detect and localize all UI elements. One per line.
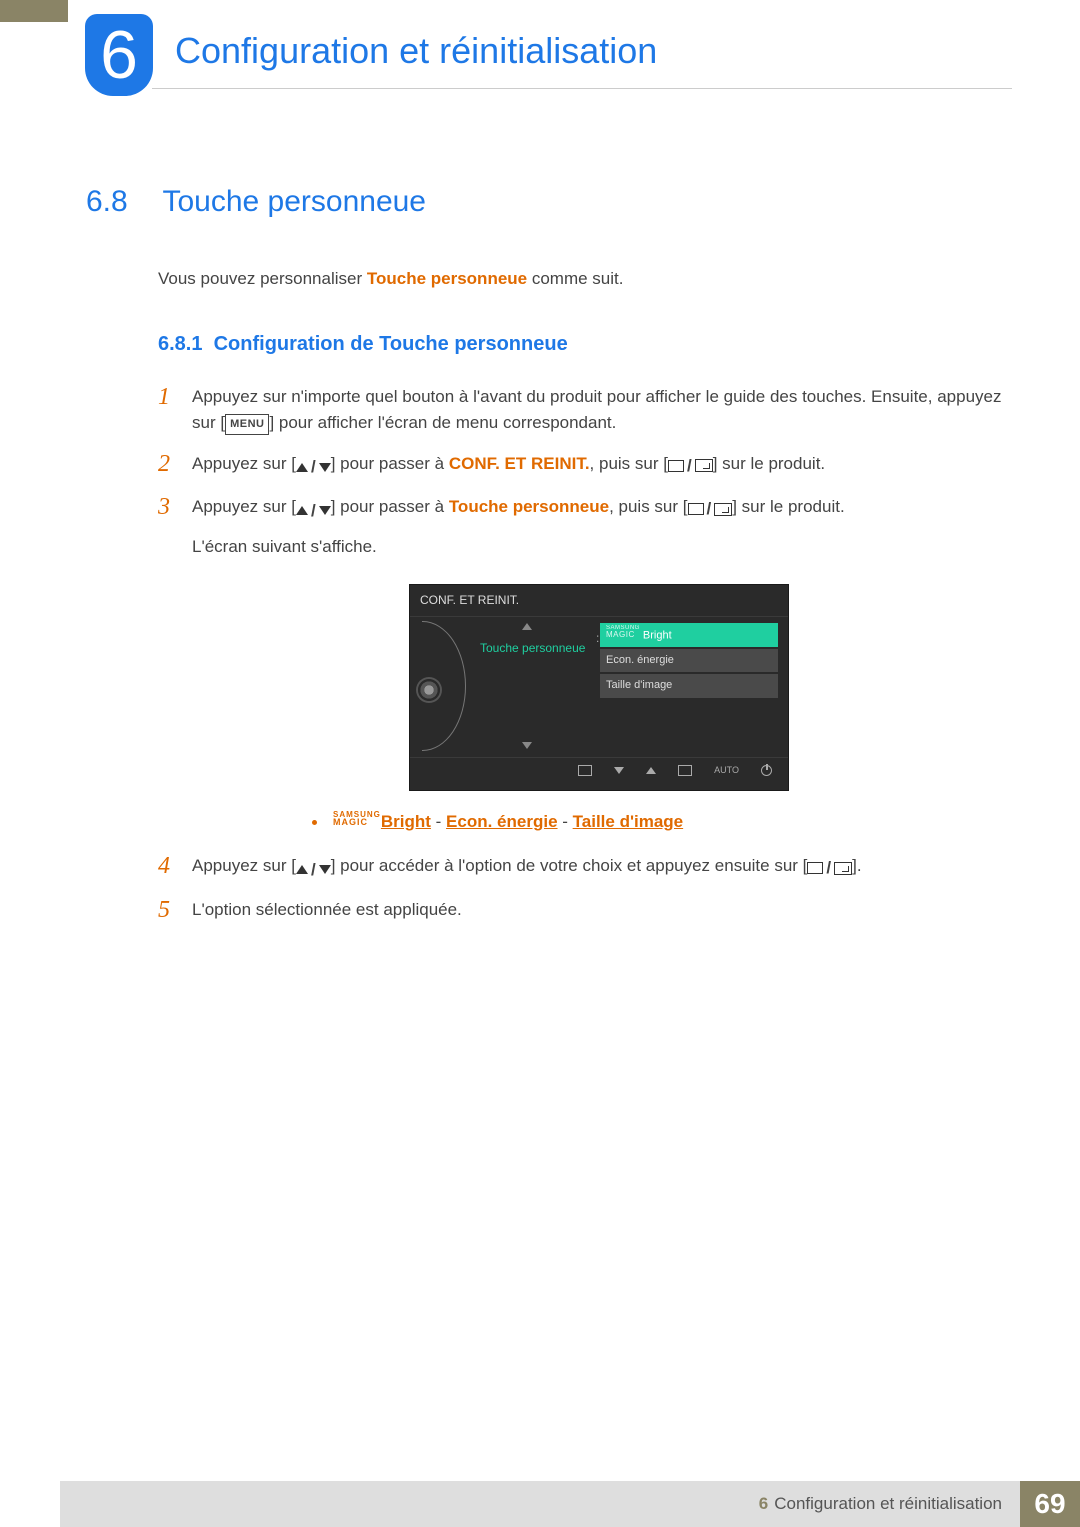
intro-highlight: Touche personneue xyxy=(367,269,527,288)
step-body: Appuyez sur n'importe quel bouton à l'av… xyxy=(192,384,1006,437)
page-number: 69 xyxy=(1020,1481,1080,1527)
select-enter-icon: / xyxy=(807,855,852,881)
text: ]. xyxy=(852,856,861,875)
step-number: 1 xyxy=(158,384,192,437)
triangle-down-icon xyxy=(319,463,331,472)
select-enter-icon: / xyxy=(688,496,733,522)
footer-chapter-number: 6 xyxy=(759,1494,768,1514)
header-stripe xyxy=(0,0,68,22)
rect-icon xyxy=(668,460,684,472)
triangle-up-icon xyxy=(296,463,308,472)
text: Appuyez sur [ xyxy=(192,856,296,875)
text: MAGIC xyxy=(333,817,368,827)
step-body: L'option sélectionnée est appliquée. xyxy=(192,897,1006,923)
step-number: 3 xyxy=(158,494,192,835)
text: Appuyez sur [ xyxy=(192,454,296,473)
up-down-icon: / xyxy=(296,454,331,480)
auto-label: AUTO xyxy=(714,764,739,778)
footer: 6 Configuration et réinitialisation 69 xyxy=(0,1481,1080,1527)
option-links-row: SAMSUNGMAGICBright - Econ. énergie - Tai… xyxy=(312,809,1006,835)
rect-icon xyxy=(807,862,823,874)
up-down-icon: / xyxy=(296,498,331,524)
enter-icon xyxy=(695,459,713,472)
triangle-down-icon xyxy=(319,506,331,515)
bullet-icon xyxy=(312,820,317,825)
enter-icon xyxy=(834,862,852,875)
triangle-up-icon xyxy=(646,767,656,774)
footer-chapter-title: Configuration et réinitialisation xyxy=(774,1494,1002,1514)
text: , puis sur [ xyxy=(590,454,668,473)
steps-list: 1 Appuyez sur n'importe quel bouton à l'… xyxy=(158,384,1006,923)
highlight: CONF. ET REINIT. xyxy=(449,454,590,473)
osd-bottom-bar: AUTO xyxy=(410,757,788,780)
step-2: 2 Appuyez sur [/] pour passer à CONF. ET… xyxy=(158,451,1006,481)
text: - xyxy=(558,812,573,831)
text: ] sur le produit. xyxy=(713,454,825,473)
osd-screenshot: CONF. ET REINIT. Touche personneue : xyxy=(409,584,789,791)
triangle-down-icon xyxy=(614,767,624,774)
header-rule xyxy=(152,88,1012,89)
section-number: 6.8 xyxy=(86,185,158,219)
section-heading: 6.8 Touche personneue xyxy=(86,185,1006,219)
option-links: SAMSUNGMAGICBright - Econ. énergie - Tai… xyxy=(333,809,683,835)
text: Appuyez sur [ xyxy=(192,497,296,516)
subsection-heading: 6.8.1 Configuration de Touche personneue xyxy=(158,333,1006,356)
section-title: Touche personneue xyxy=(162,185,426,218)
gear-icon xyxy=(418,679,440,701)
step-body: Appuyez sur [/] pour passer à Touche per… xyxy=(192,494,1006,835)
text: ] sur le produit. xyxy=(732,497,844,516)
text: L'option sélectionnée est appliquée. xyxy=(192,900,462,919)
triangle-down-icon xyxy=(522,742,532,749)
triangle-up-icon xyxy=(296,865,308,874)
step-body: Appuyez sur [/] pour passer à CONF. ET R… xyxy=(192,451,1006,481)
step-number: 5 xyxy=(158,897,192,923)
enter-icon xyxy=(714,503,732,516)
osd-option: Taille d'image xyxy=(600,674,778,697)
section-body: 6.8 Touche personneue Vous pouvez person… xyxy=(86,185,1006,937)
intro-before: Vous pouvez personnaliser xyxy=(158,269,367,288)
step-4: 4 Appuyez sur [/] pour accéder à l'optio… xyxy=(158,853,1006,883)
text: - xyxy=(431,812,446,831)
nav-icon xyxy=(678,765,692,776)
osd-option: Econ. énergie xyxy=(600,649,778,672)
intro-text: Vous pouvez personnaliser Touche personn… xyxy=(158,269,1006,289)
step-number: 2 xyxy=(158,451,192,481)
chapter-number-badge: 6 xyxy=(85,14,153,96)
subsection-title: Configuration de Touche personneue xyxy=(214,333,568,355)
up-down-icon: / xyxy=(296,857,331,883)
link-taille-image[interactable]: Taille d'image xyxy=(573,812,683,831)
step-1: 1 Appuyez sur n'importe quel bouton à l'… xyxy=(158,384,1006,437)
text: , puis sur [ xyxy=(609,497,687,516)
chapter-title: Configuration et réinitialisation xyxy=(175,30,657,72)
step-3: 3 Appuyez sur [/] pour passer à Touche p… xyxy=(158,494,1006,835)
text: ] pour accéder à l'option de votre choix… xyxy=(331,856,808,875)
text: ] pour passer à xyxy=(331,497,449,516)
footer-bar: 6 Configuration et réinitialisation xyxy=(60,1481,1020,1527)
step-body: Appuyez sur [/] pour accéder à l'option … xyxy=(192,853,1006,883)
power-icon xyxy=(761,765,772,776)
step-5: 5 L'option sélectionnée est appliquée. xyxy=(158,897,1006,923)
text: L'écran suivant s'affiche. xyxy=(192,537,377,556)
menu-button-icon: MENU xyxy=(225,414,269,435)
osd-title: CONF. ET REINIT. xyxy=(410,585,788,617)
subsection-number: 6.8.1 xyxy=(158,333,202,355)
text: ] pour afficher l'écran de menu correspo… xyxy=(269,413,616,432)
link-magic-bright[interactable]: Bright xyxy=(381,812,431,831)
text: ] pour passer à xyxy=(331,454,449,473)
osd-menu-item: Touche personneue xyxy=(480,639,600,658)
text: MAGIC xyxy=(606,630,635,639)
separator: : xyxy=(596,629,599,648)
step-number: 4 xyxy=(158,853,192,883)
osd-option-selected: SAMSUNGMAGIC Bright xyxy=(600,623,778,647)
rect-icon xyxy=(688,503,704,515)
text: Bright xyxy=(643,629,672,641)
triangle-down-icon xyxy=(319,865,331,874)
nav-icon xyxy=(578,765,592,776)
triangle-up-icon xyxy=(522,623,532,630)
highlight: Touche personneue xyxy=(449,497,609,516)
link-econ-energie[interactable]: Econ. énergie xyxy=(446,812,557,831)
triangle-up-icon xyxy=(296,506,308,515)
select-enter-icon: / xyxy=(668,453,713,479)
intro-after: comme suit. xyxy=(527,269,623,288)
